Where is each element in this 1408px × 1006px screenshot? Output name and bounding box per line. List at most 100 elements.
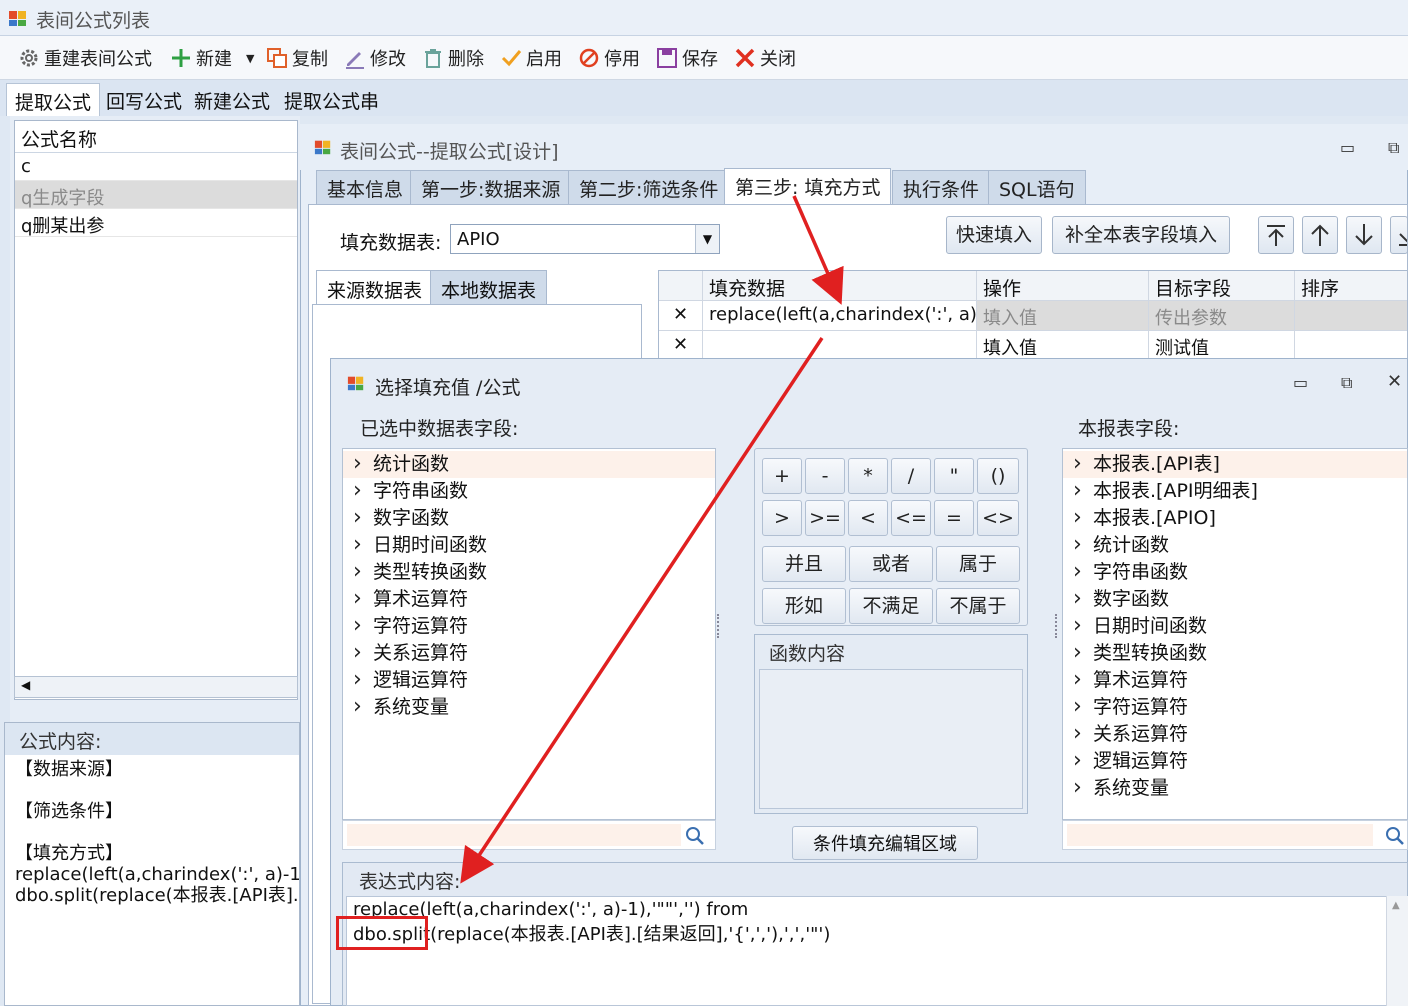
op-quote-button[interactable]: ": [934, 458, 974, 494]
op-eq-button[interactable]: =: [934, 500, 974, 536]
list-item[interactable]: q删某出参: [15, 209, 297, 237]
fill-table-select[interactable]: APIO ▼: [450, 224, 720, 254]
tab-exec-condition[interactable]: 执行条件: [892, 170, 991, 204]
list-item[interactable]: q生成字段: [15, 181, 297, 209]
condition-fill-edit-button[interactable]: 条件填充编辑区域: [792, 826, 978, 860]
tree-item[interactable]: 统计函数: [343, 450, 715, 478]
table-cell[interactable]: [703, 331, 977, 359]
tree-item[interactable]: 类型转换函数: [1063, 639, 1407, 667]
tab-step1-data-source[interactable]: 第一步:数据来源: [410, 170, 572, 204]
op-minus-button[interactable]: -: [805, 458, 845, 494]
tree-item[interactable]: 系统变量: [343, 693, 715, 721]
delete-button[interactable]: 删除: [422, 44, 484, 72]
move-down-button[interactable]: [1346, 216, 1382, 254]
rebuild-formula-button[interactable]: 重建表间公式: [18, 44, 152, 72]
tree-item[interactable]: 逻辑运算符: [1063, 747, 1407, 775]
tab-extract-formula-string[interactable]: 提取公式串: [276, 83, 387, 116]
tab-sql-statement[interactable]: SQL语句: [988, 170, 1086, 204]
grid-header-sort[interactable]: 排序: [1295, 271, 1407, 301]
move-top-button[interactable]: [1258, 216, 1294, 254]
tab-new-formula[interactable]: 新建公式: [186, 83, 278, 116]
tree-item[interactable]: 字符运算符: [343, 612, 715, 640]
table-cell[interactable]: 填入值: [977, 301, 1149, 331]
move-bottom-button[interactable]: [1390, 216, 1408, 254]
tree-item[interactable]: 本报表.[API明细表]: [1063, 477, 1407, 505]
move-up-button[interactable]: [1302, 216, 1338, 254]
list-item[interactable]: c: [15, 153, 297, 181]
grid-header-operation[interactable]: 操作: [977, 271, 1149, 301]
op-lte-button[interactable]: <=: [891, 500, 931, 536]
tree-item[interactable]: 关系运算符: [1063, 720, 1407, 748]
expression-textarea[interactable]: replace(left(a,charindex(':', a)-1),'""'…: [346, 896, 1408, 1006]
vertical-scrollbar[interactable]: ▲: [1386, 896, 1408, 1006]
delete-row-icon[interactable]: ✕: [659, 331, 703, 359]
close-button[interactable]: 关闭: [734, 44, 796, 72]
op-divide-button[interactable]: /: [891, 458, 931, 494]
op-multiply-button[interactable]: *: [848, 458, 888, 494]
grid-header-target-field[interactable]: 目标字段: [1149, 271, 1295, 301]
tree-item[interactable]: 字符串函数: [1063, 558, 1407, 586]
minimize-icon[interactable]: ▭: [1293, 373, 1308, 392]
right-search-input[interactable]: [1062, 820, 1408, 850]
tree-item[interactable]: 日期时间函数: [343, 531, 715, 559]
table-cell[interactable]: [1295, 301, 1407, 331]
table-cell[interactable]: 传出参数: [1149, 301, 1295, 331]
edit-button[interactable]: 修改: [344, 44, 406, 72]
table-cell[interactable]: 测试值: [1149, 331, 1295, 359]
tree-item[interactable]: 算术运算符: [1063, 666, 1407, 694]
tree-item[interactable]: 字符串函数: [343, 477, 715, 505]
tab-source-data-table[interactable]: 来源数据表: [316, 270, 434, 304]
grid-header-fill-data[interactable]: 填充数据: [703, 271, 977, 301]
logic-and-button[interactable]: 并且: [762, 546, 846, 582]
close-icon[interactable]: ✕: [1387, 371, 1402, 392]
table-cell[interactable]: 填入值: [977, 331, 1149, 359]
logic-not-button[interactable]: 不满足: [849, 588, 933, 624]
save-button[interactable]: 保存: [656, 44, 718, 72]
restore-icon[interactable]: ⧉: [1388, 138, 1399, 158]
restore-icon[interactable]: ⧉: [1341, 373, 1352, 393]
table-cell[interactable]: [1295, 331, 1407, 359]
op-neq-button[interactable]: <>: [977, 500, 1019, 536]
splitter-handle[interactable]: [1055, 614, 1059, 638]
complete-fill-button[interactable]: 补全本表字段填入: [1052, 216, 1230, 254]
op-gte-button[interactable]: >=: [805, 500, 845, 536]
enable-button[interactable]: 启用: [500, 44, 562, 72]
logic-not-in-button[interactable]: 不属于: [936, 588, 1020, 624]
copy-button[interactable]: 复制: [266, 44, 328, 72]
tab-extract-formula[interactable]: 提取公式: [6, 83, 101, 116]
tree-item[interactable]: 算术运算符: [343, 585, 715, 613]
disable-button[interactable]: 停用: [578, 44, 640, 72]
op-plus-button[interactable]: +: [762, 458, 802, 494]
minimize-icon[interactable]: ▭: [1340, 138, 1355, 157]
quick-fill-button[interactable]: 快速填入: [946, 216, 1042, 254]
tree-item[interactable]: 统计函数: [1063, 531, 1407, 559]
delete-row-icon[interactable]: ✕: [659, 301, 703, 331]
search-icon[interactable]: [1385, 826, 1405, 846]
tree-item[interactable]: 系统变量: [1063, 774, 1407, 802]
tree-item[interactable]: 本报表.[APIO]: [1063, 504, 1407, 532]
op-lt-button[interactable]: <: [848, 500, 888, 536]
chevron-down-icon[interactable]: ▼: [695, 225, 719, 253]
tab-step2-filter[interactable]: 第二步:筛选条件: [568, 170, 730, 204]
horizontal-scrollbar[interactable]: ◀: [14, 676, 298, 698]
logic-or-button[interactable]: 或者: [849, 546, 933, 582]
logic-like-button[interactable]: 形如: [762, 588, 846, 624]
op-parens-button[interactable]: (): [977, 458, 1019, 494]
new-button[interactable]: 新建 ▼: [170, 44, 254, 72]
tab-writeback-formula[interactable]: 回写公式: [98, 83, 190, 116]
tree-item[interactable]: 日期时间函数: [1063, 612, 1407, 640]
left-search-input[interactable]: [342, 820, 716, 850]
tree-item[interactable]: 数字函数: [343, 504, 715, 532]
tree-item[interactable]: 数字函数: [1063, 585, 1407, 613]
tab-basic-info[interactable]: 基本信息: [316, 170, 415, 204]
tree-item[interactable]: 类型转换函数: [343, 558, 715, 586]
tree-item[interactable]: 本报表.[API表]: [1063, 450, 1407, 478]
dropdown-arrow-icon[interactable]: ▼: [246, 52, 254, 65]
tab-local-data-table[interactable]: 本地数据表: [430, 270, 548, 304]
op-gt-button[interactable]: >: [762, 500, 802, 536]
search-icon[interactable]: [685, 826, 705, 846]
tree-item[interactable]: 逻辑运算符: [343, 666, 715, 694]
scroll-left-icon[interactable]: ◀: [21, 678, 30, 692]
table-cell[interactable]: replace(left(a,charindex(':', a)...: [703, 301, 977, 331]
logic-in-button[interactable]: 属于: [936, 546, 1020, 582]
